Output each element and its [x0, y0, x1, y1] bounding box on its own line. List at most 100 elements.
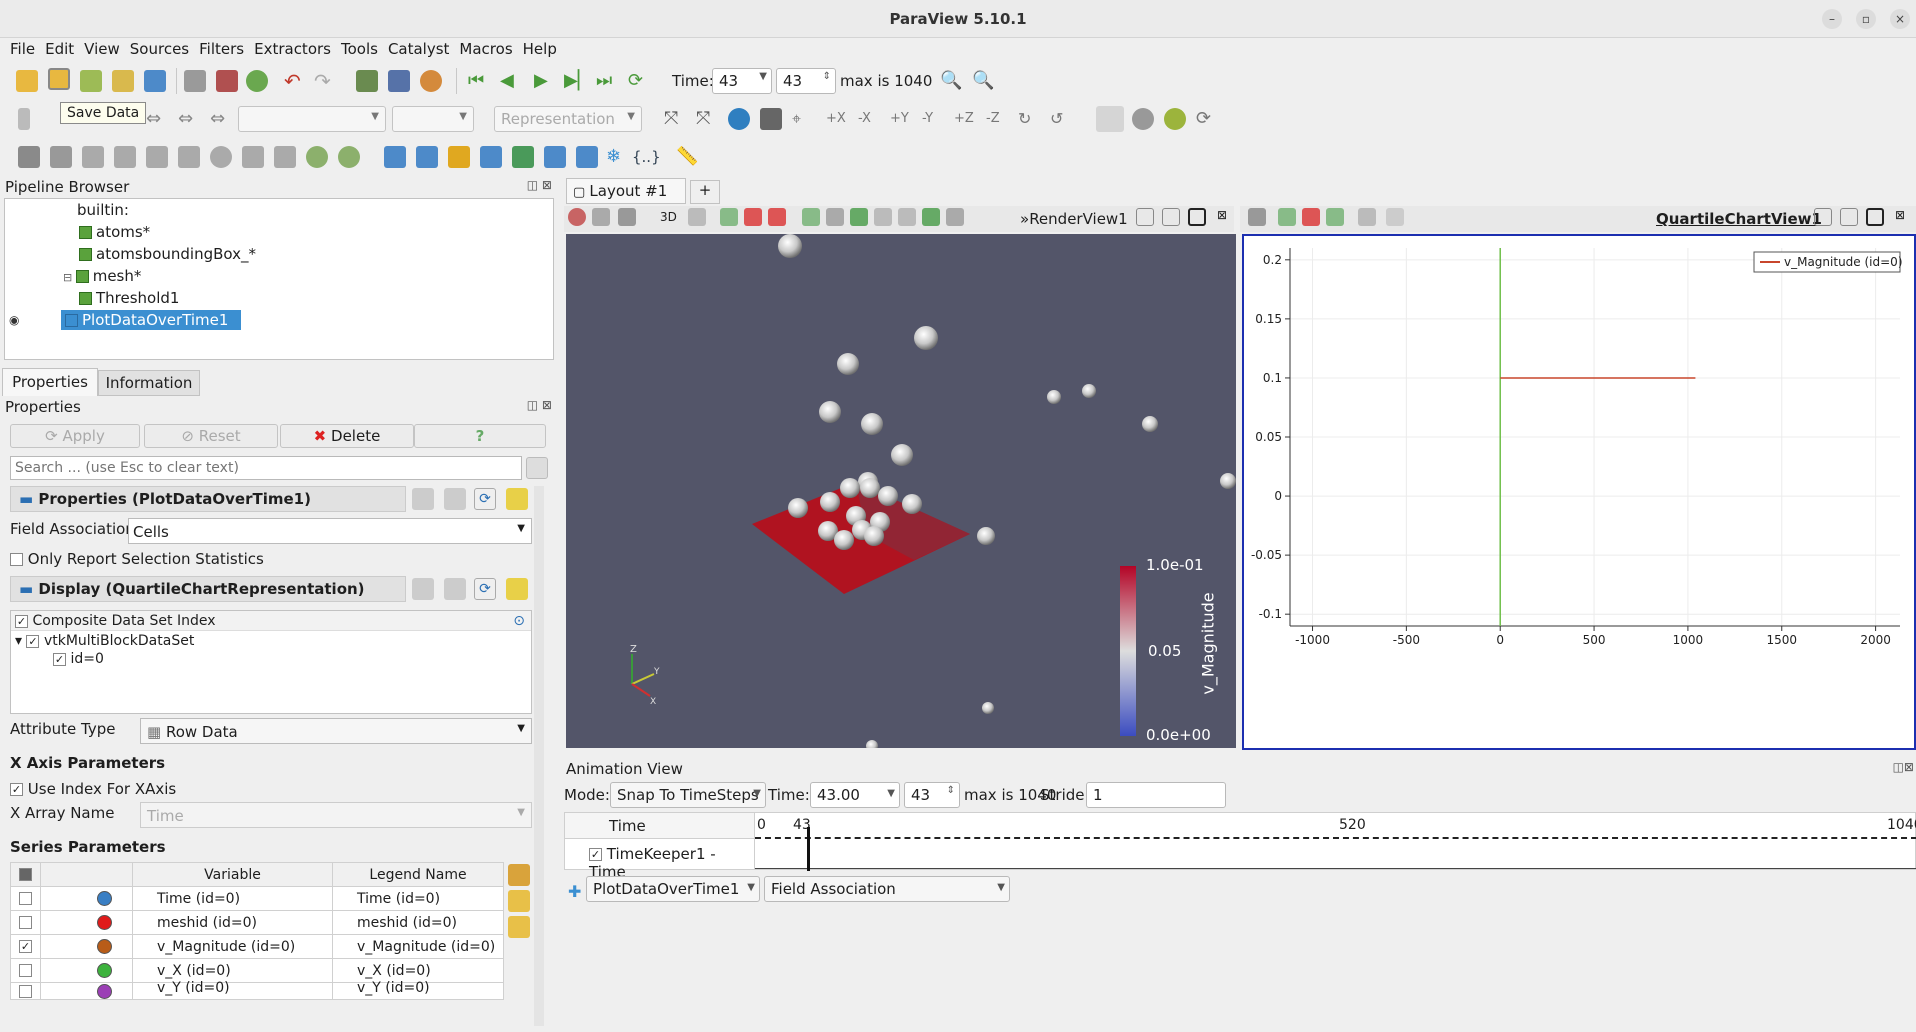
field-association-combo[interactable]: Cells ▼	[128, 518, 532, 544]
clip-icon[interactable]	[82, 146, 104, 168]
menu-edit[interactable]: Edit	[35, 38, 74, 58]
pipeline-item-mesh[interactable]: ⊟ mesh*	[63, 265, 141, 287]
rescale-visible-icon[interactable]: ⇔	[210, 108, 232, 130]
rescale-icon[interactable]: ⇔	[146, 108, 168, 130]
palette-icon[interactable]	[420, 70, 442, 92]
capture-icon[interactable]	[618, 208, 636, 226]
view-plus-x-icon[interactable]: +X	[826, 108, 848, 130]
tree-item-id0[interactable]: ✓ id=0	[53, 651, 104, 667]
representation-combo[interactable]: Representation ▼	[494, 106, 642, 132]
animation-time-combo[interactable]: 43.00 ▼	[810, 782, 900, 808]
apply-button[interactable]: ⟳ Apply	[10, 424, 140, 448]
custom-view-icon[interactable]	[1132, 108, 1154, 130]
auto-apply-icon[interactable]	[246, 70, 268, 92]
eye-icon[interactable]: ◉	[9, 309, 19, 331]
gear-icon[interactable]	[526, 457, 548, 479]
select-frustum-icon[interactable]	[768, 208, 786, 226]
pipeline-item-threshold1[interactable]: Threshold1	[79, 287, 179, 309]
series-row[interactable]: Time (id=0) Time (id=0)	[10, 886, 504, 911]
series-row[interactable]: ✓ v_Magnitude (id=0) v_Magnitude (id=0)	[10, 934, 504, 959]
animation-property-combo[interactable]: Field Association ▼	[764, 876, 1010, 902]
animation-source-combo[interactable]: PlotDataOverTime1 ▼	[586, 876, 760, 902]
clear-selection-icon[interactable]	[1386, 208, 1404, 226]
time-value-combo[interactable]: 43 ▼	[712, 68, 772, 94]
reset-session-icon[interactable]	[568, 208, 586, 226]
properties-scrollbar[interactable]	[534, 486, 544, 1026]
view-minus-z-icon[interactable]: -Z	[986, 108, 1008, 130]
animation-time-index[interactable]: 43 ⇕	[904, 782, 960, 808]
histogram-icon[interactable]	[448, 146, 470, 168]
stride-input[interactable]: 1	[1086, 782, 1226, 808]
menu-macros[interactable]: Macros	[449, 38, 512, 58]
split-vertical-icon[interactable]	[1840, 208, 1858, 226]
color-array-combo[interactable]: ▼	[238, 106, 386, 132]
quartile-icon[interactable]	[544, 146, 566, 168]
save-default-icon[interactable]	[506, 488, 528, 510]
reload-icon[interactable]: ⟳	[474, 488, 496, 510]
paste-icon[interactable]	[444, 488, 466, 510]
zoom-to-data-icon[interactable]: 🔍	[940, 70, 962, 92]
play-icon[interactable]: ▶	[534, 70, 556, 92]
next-frame-icon[interactable]: ▶▏	[564, 70, 592, 92]
menu-tools[interactable]: Tools	[331, 38, 378, 58]
menu-filters[interactable]: Filters	[189, 38, 244, 58]
tab-properties[interactable]: Properties	[2, 368, 98, 396]
only-report-selection-checkbox[interactable]: Only Report Selection Statistics	[10, 550, 264, 568]
menu-extractors[interactable]: Extractors	[244, 38, 331, 58]
copy-icon[interactable]	[412, 488, 434, 510]
view-plus-y-icon[interactable]: +Y	[890, 108, 912, 130]
add-track-icon[interactable]: ✚	[568, 882, 581, 901]
mode-combo[interactable]: Snap To TimeSteps ▼	[610, 782, 766, 808]
menu-sources[interactable]: Sources	[120, 38, 189, 58]
zoom-closest-icon[interactable]: 🔍	[972, 70, 994, 92]
menu-file[interactable]: File	[0, 38, 35, 58]
warp-icon[interactable]	[274, 146, 296, 168]
show-center-icon[interactable]	[760, 108, 782, 130]
series-reset-icon[interactable]	[508, 916, 530, 938]
last-frame-icon[interactable]: ⏭	[596, 70, 618, 92]
camera-undo-icon[interactable]	[356, 70, 378, 92]
extract-subset-icon[interactable]	[178, 146, 200, 168]
stream-tracer-icon[interactable]	[242, 146, 264, 168]
reset-button[interactable]: ⊘ Reset	[144, 424, 278, 448]
record-icon[interactable]	[1164, 108, 1186, 130]
series-color-icon[interactable]	[508, 864, 530, 886]
toggle-select-icon[interactable]	[1326, 208, 1344, 226]
ruler-icon[interactable]: 📏	[676, 146, 698, 168]
capture-icon[interactable]	[1248, 208, 1266, 226]
calculator-icon[interactable]	[18, 146, 40, 168]
first-frame-icon[interactable]: ⏮	[468, 70, 490, 92]
display-section-header[interactable]: ▬ Display (QuartileChartRepresentation)	[10, 576, 406, 602]
reset-camera-icon[interactable]: ⤧	[664, 108, 686, 130]
properties-search-input[interactable]	[10, 456, 522, 480]
select-points-icon[interactable]	[744, 208, 762, 226]
maximize-button[interactable]: ▫	[1856, 9, 1876, 29]
tab-information[interactable]: Information	[98, 370, 200, 396]
connect-icon[interactable]	[144, 70, 166, 92]
view-icon[interactable]	[592, 208, 610, 226]
series-sort-icon[interactable]	[508, 890, 530, 912]
time-cursor[interactable]	[807, 827, 810, 871]
save-state-icon[interactable]	[112, 70, 134, 92]
paste-icon[interactable]	[444, 578, 466, 600]
tree-item-multiblock[interactable]: ▾ ✓ vtkMultiBlockDataSet	[15, 633, 194, 649]
series-checkbox[interactable]	[19, 892, 32, 905]
x-array-name-combo[interactable]: Time ▼	[140, 802, 532, 828]
series-checkbox[interactable]	[19, 916, 32, 929]
split-horizontal-icon[interactable]	[1136, 208, 1154, 226]
slice-icon[interactable]	[114, 146, 136, 168]
pipeline-item-atomsboundingbox[interactable]: atomsboundingBox_*	[79, 243, 256, 265]
panel-close-icon[interactable]: ◫⊠	[1893, 760, 1914, 774]
attribute-type-combo[interactable]: ▦ Row Data ▼	[140, 718, 532, 744]
color-legend-bar[interactable]	[1120, 566, 1136, 736]
grow-selection-icon[interactable]	[922, 208, 940, 226]
pipeline-item-atoms[interactable]: atoms*	[79, 221, 150, 243]
view-plus-z-icon[interactable]: +Z	[954, 108, 976, 130]
rescale-custom-icon[interactable]: ⇔	[178, 108, 200, 130]
server-icon[interactable]	[216, 70, 238, 92]
series-color[interactable]	[97, 963, 112, 978]
plot-selection-icon[interactable]	[416, 146, 438, 168]
timekeeper-track-label[interactable]: ✓ TimeKeeper1 - Time	[565, 839, 755, 881]
load-state-icon[interactable]	[80, 70, 102, 92]
disconnect-icon[interactable]	[184, 70, 206, 92]
